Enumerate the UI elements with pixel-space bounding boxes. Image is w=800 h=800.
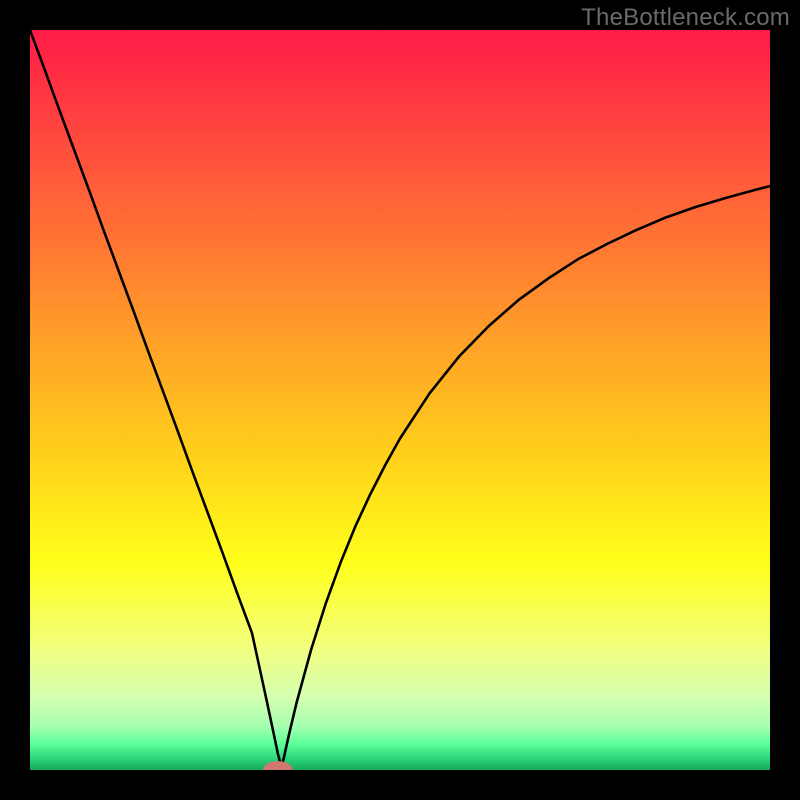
gradient-background — [30, 30, 770, 770]
bottleneck-chart — [30, 30, 770, 770]
chart-frame: TheBottleneck.com — [0, 0, 800, 800]
watermark-label: TheBottleneck.com — [581, 4, 790, 32]
